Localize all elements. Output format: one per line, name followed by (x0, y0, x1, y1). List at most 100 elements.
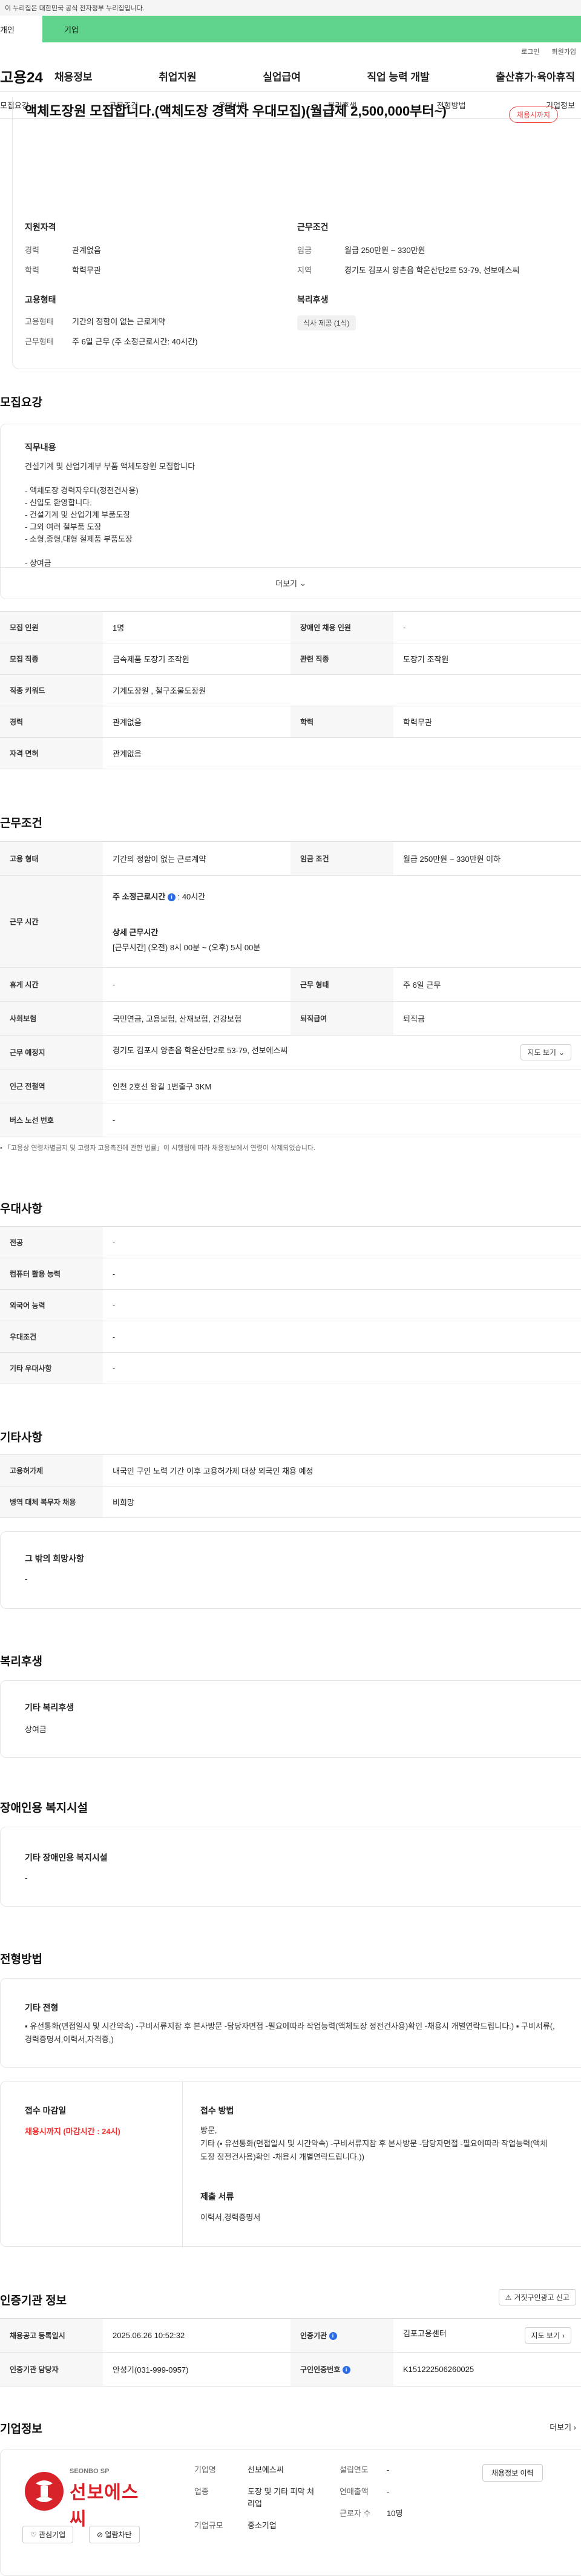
divider (182, 2082, 183, 2247)
job-category-label: 모집 직종 (0, 643, 103, 675)
table-row: 근무 예정지 경기도 김포시 양촌읍 학운산단2로 53-79, 선보에스씨 지… (0, 1035, 581, 1070)
docs-value: 이력서,경력증명서 (200, 2213, 261, 2222)
subway-label: 인근 전철역 (0, 1069, 103, 1103)
wish-value: - (25, 1574, 28, 1583)
job-title: 액체도장원 모집합니다.(액체도장 경력자 우대모집)(월급제 2,500,00… (25, 104, 447, 119)
weekly-hours-value: : 40시간 (177, 892, 206, 901)
subway-value: 인천 2호선 왕길 1번출구 3KM (103, 1069, 581, 1103)
work-section-title: 근무조건 (0, 817, 42, 830)
work-permit-label: 고용허가제 (0, 1454, 103, 1487)
user-type-tabs: 개인 기업 (0, 16, 581, 42)
join-link[interactable]: 회원가입 (552, 47, 576, 56)
deadline-title: 접수 마감일 (25, 2106, 67, 2115)
welfare-summary-group: 복리후생 식사 제공 (1식) (297, 294, 356, 330)
job-detail-page: 이 누리집은 대한민국 공식 전자정부 누리집입니다. 개인 기업 로그인 회원… (0, 0, 581, 2576)
status-badge: 채용시까지 (508, 107, 558, 123)
auth-label-cell: 구인인증번호 i (290, 2352, 393, 2387)
interest-company-button[interactable]: ♡ 관심기업 (22, 2526, 74, 2543)
place-label: 근무 예정지 (0, 1035, 103, 1070)
welfare-box-title: 기타 복리후생 (25, 1703, 74, 1712)
related-job-label: 관련 직종 (290, 643, 393, 675)
tab-personal[interactable]: 개인 (0, 16, 42, 42)
application-box: 접수 마감일 채용시까지 (마감시간 : 24시) 접수 방법 방문, 기타 (… (0, 2081, 581, 2247)
map-btn-label: 지도 보기 (527, 1048, 556, 1057)
hours-detail-title: 상세 근무시간 (113, 928, 159, 937)
manager-value: 안성기(031-999-0957) (103, 2352, 290, 2387)
disabled-section-title: 장애인용 복지시설 (0, 1802, 88, 1815)
wish-title: 그 밖의 희망사항 (25, 1554, 84, 1563)
job-history-button[interactable]: 채용정보 이력 (482, 2464, 543, 2482)
industry-value: 도장 및 기타 피막 처리업 (248, 2487, 315, 2508)
info-icon[interactable]: i (167, 893, 176, 902)
computer-skill-label: 컴퓨터 활용 능력 (0, 1258, 103, 1290)
duty-title: 직무내용 (25, 442, 56, 452)
block-icon: ⊘ (97, 2531, 103, 2539)
job-summary-card: 액체도장원 모집합니다.(액체도장 경력자 우대모집)(월급제 2,500,00… (12, 97, 581, 369)
break-value: - (103, 967, 290, 1002)
table-row: 모집 인원 1명 장애인 채용 인원 - (0, 611, 581, 643)
table-row: 경력 관계없음 학력 학력무관 (0, 706, 581, 738)
language-label: 외국어 능력 (0, 1289, 103, 1321)
map-view-button[interactable]: 지도 보기 ⌄ (520, 1044, 571, 1060)
reg-date-value: 2025.06.26 10:52:32 (103, 2318, 290, 2353)
hours-detail-value: [근무시간] (오전) 8시 00분 ~ (오후) 5시 00분 (113, 943, 261, 952)
welfare-summary-title: 복리후생 (297, 295, 329, 304)
duty-more-button[interactable]: 더보기 ⌄ (1, 567, 581, 599)
work-form-row-label: 근무 형태 (290, 967, 393, 1002)
block-view-button[interactable]: ⊘ 열람차단 (89, 2526, 140, 2543)
disabled-box-value: - (25, 1873, 28, 1882)
gnb-item-unemployment-benefit[interactable]: 실업급여 (263, 68, 301, 84)
table-row: 고용 형태 기간의 정함이 없는 근로계약 임금 조건 월급 250만원 ~ 3… (0, 841, 581, 876)
work-wage-value: 월급 250만원 ~ 330만원 이하 (393, 841, 581, 876)
more-label: 더보기 (275, 579, 297, 588)
recruit-table: 모집 인원 1명 장애인 채용 인원 - 모집 직종 금속제품 도장기 조작원 … (0, 611, 581, 769)
login-link[interactable]: 로그인 (521, 47, 539, 56)
report-icon: ⚠ (505, 2293, 512, 2302)
false-ad-report-button[interactable]: ⚠ 거짓구인광고 신고 (498, 2289, 576, 2305)
method-value: 방문, 기타 (▪ 유선통화(면접일시 및 시간약속) -구비서류지참 후 본사… (200, 2126, 548, 2161)
utility-links: 로그인 회원가입 (0, 42, 581, 61)
emp-type-value: 기간의 정함이 없는 근로계약 (72, 317, 166, 326)
qualification-group: 지원자격 (25, 221, 279, 243)
military-value: 비희망 (103, 1486, 581, 1518)
site-logo[interactable]: 고용24 (0, 65, 54, 87)
education-value: 학력무관 (72, 266, 101, 275)
global-nav: 고용24 채용정보 취업지원 실업급여 직업 능력 개발 출산휴가·육아휴직 (0, 61, 581, 92)
manager-label: 인증기관 담당자 (0, 2352, 103, 2387)
company-logo: SEONBO SP 선보에스씨 (22, 2465, 156, 2529)
info-icon[interactable]: i (342, 2366, 350, 2374)
agency-table: 채용공고 등록일시 2025.06.26 10:52:32 인증기관 i 김포고… (0, 2318, 581, 2387)
agency-value: 김포고용센터 (403, 2329, 447, 2338)
wage-value: 월급 250만원 ~ 330만원 (344, 246, 425, 255)
company-box: SEONBO SP 선보에스씨 ♡ 관심기업 ⊘ 열람차단 기업명 선보에스씨 업… (0, 2449, 581, 2576)
gnb-menu: 채용정보 취업지원 실업급여 직업 능력 개발 출산휴가·육아휴직 (54, 68, 581, 84)
conditions-group: 근무조건 (297, 221, 329, 243)
screening-section-title: 전형방법 (0, 1953, 42, 1966)
education-row-label: 학력 (290, 706, 393, 738)
company-logo-text: 선보에스씨 (70, 2483, 139, 2529)
company-more-link[interactable]: 더보기 › (550, 2421, 576, 2433)
insurance-value: 국민연금, 고용보험, 산재보험, 건강보험 (103, 1001, 290, 1036)
disabled-headcount-value: - (393, 611, 581, 643)
prefer-etc-label: 기타 우대사항 (0, 1352, 103, 1384)
headcount-label: 모집 인원 (0, 611, 103, 643)
table-row: 자격 면허 관계없음 (0, 737, 581, 769)
info-icon[interactable]: i (329, 2332, 337, 2341)
job-keyword-value: 기계도장원 , 철구조물도장원 (103, 674, 581, 706)
table-row: 전공 - (0, 1226, 581, 1258)
deadline-value: 채용시까지 (마감시간 : 24시) (25, 2127, 120, 2136)
agency-map-button[interactable]: 지도 보기 › (524, 2327, 571, 2344)
company-name-value: 선보에스씨 (248, 2465, 284, 2474)
wish-box: 그 밖의 희망사항 - (0, 1531, 581, 1609)
gnb-item-employment-support[interactable]: 취업지원 (159, 68, 197, 84)
welfare-chip: 식사 제공 (1식) (297, 315, 356, 330)
prefer-condition-label: 우대조건 (0, 1321, 103, 1353)
gnb-item-parental-leave[interactable]: 출산휴가·육아휴직 (496, 68, 575, 84)
retire-value: 퇴직금 (393, 1001, 581, 1036)
tab-company[interactable]: 기업 (42, 16, 581, 42)
etc-table: 고용허가제 내국인 구인 노력 기간 이후 고용허가제 대상 외국인 채용 예정 … (0, 1454, 581, 1518)
gnb-item-jobs[interactable]: 채용정보 (54, 68, 93, 84)
work-table: 고용 형태 기간의 정함이 없는 근로계약 임금 조건 월급 250만원 ~ 3… (0, 841, 581, 1137)
insurance-label: 사회보험 (0, 1001, 103, 1036)
gnb-item-vocational-training[interactable]: 직업 능력 개발 (367, 68, 429, 84)
